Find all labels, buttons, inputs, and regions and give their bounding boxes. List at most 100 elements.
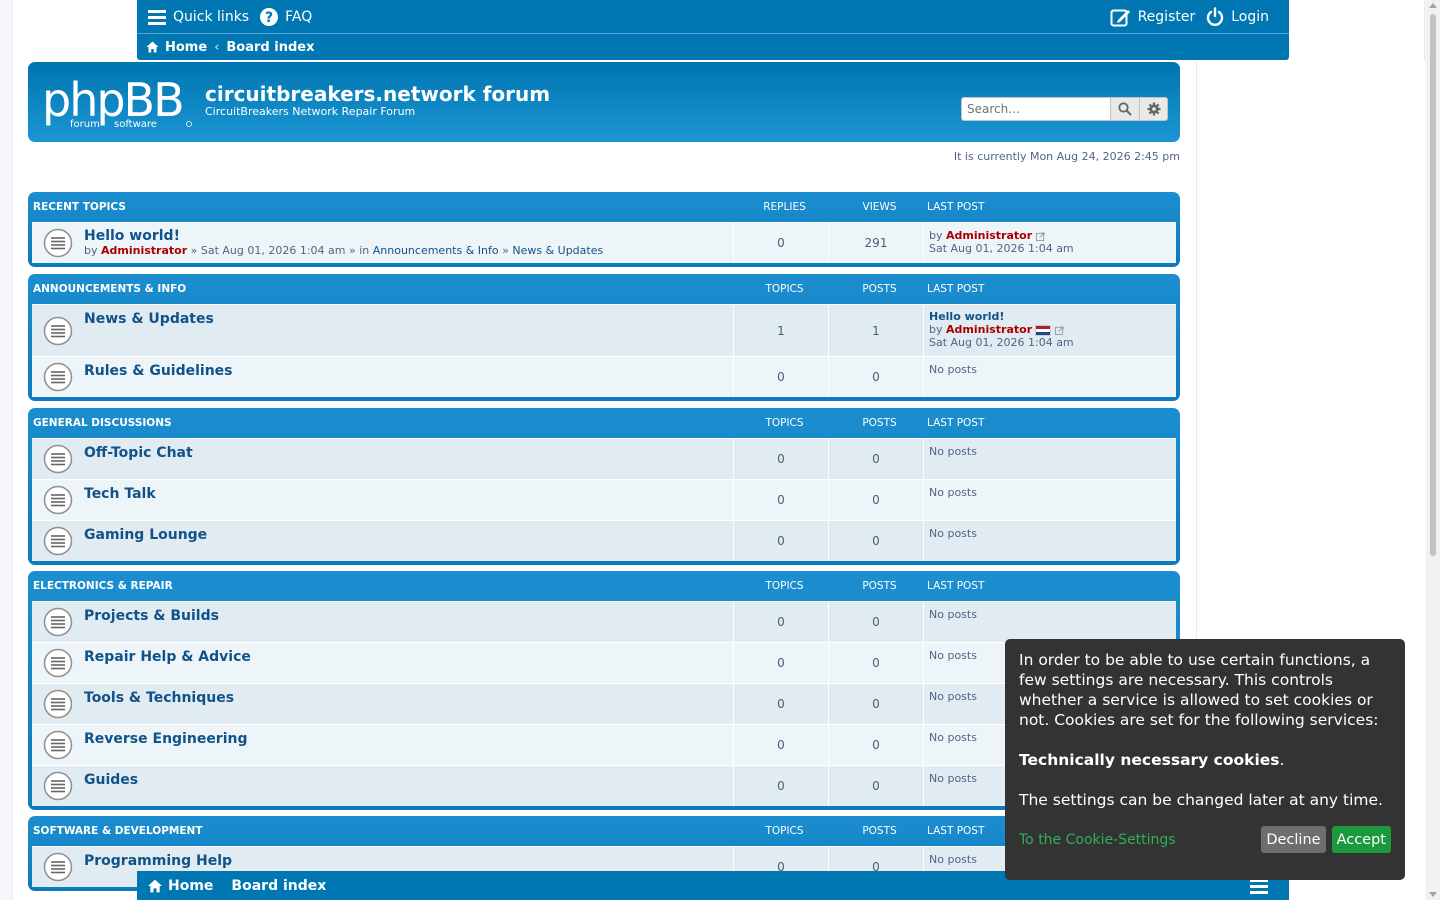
category-title[interactable]: ANNOUNCEMENTS & INFO: [32, 283, 737, 295]
topics-count: 0: [734, 602, 829, 642]
recent-topics-header: RECENT TOPICS REPLIES VIEWS LAST POST: [32, 192, 1176, 222]
col-lastpost-header: LAST POST: [927, 417, 985, 429]
forum-title[interactable]: Off-Topic Chat: [84, 445, 733, 461]
forum-row: Gaming Lounge 0 0 No posts: [32, 520, 1176, 561]
bottom-home-link[interactable]: Home: [147, 878, 213, 894]
forum-title-cell: Repair Help & Advice: [32, 643, 734, 683]
scrollbar-thumb[interactable]: [1430, 14, 1436, 556]
topics-count: 0: [734, 521, 829, 561]
views-count: 291: [829, 223, 924, 263]
forum-title[interactable]: Rules & Guidelines: [84, 363, 733, 379]
topic-title[interactable]: Hello world!: [84, 228, 733, 244]
category-title[interactable]: ELECTRONICS & REPAIR: [32, 580, 737, 592]
home-icon: [146, 41, 159, 53]
forum-link-announcements[interactable]: Announcements & Info: [373, 244, 499, 257]
forum-title[interactable]: Guides: [84, 772, 733, 788]
last-post-author[interactable]: Administrator: [946, 229, 1032, 242]
by-label: by: [84, 244, 98, 257]
forum-title[interactable]: Programming Help: [84, 853, 733, 869]
category-title[interactable]: GENERAL DISCUSSIONS: [32, 417, 737, 429]
breadcrumb-separator: ‹: [214, 39, 220, 55]
breadcrumb-home[interactable]: Home: [146, 40, 207, 55]
last-post-title[interactable]: Hello world!: [929, 310, 1171, 323]
forum-read-icon: [43, 648, 73, 678]
category-announcements: ANNOUNCEMENTS & INFO TOPICS POSTS LAST P…: [28, 274, 1180, 401]
faq-link[interactable]: ? FAQ: [259, 7, 312, 27]
search-button[interactable]: [1111, 97, 1140, 121]
svg-text:software: software: [114, 119, 157, 130]
view-latest-post-icon[interactable]: [1036, 231, 1045, 241]
register-link[interactable]: Register: [1110, 7, 1196, 27]
forum-read-icon: [43, 526, 73, 556]
site-title[interactable]: circuitbreakers.network forum: [205, 82, 550, 106]
topics-count: 0: [734, 357, 829, 397]
forum-read-icon: [43, 444, 73, 474]
topics-count: 0: [734, 643, 829, 683]
forum-title[interactable]: Projects & Builds: [84, 608, 733, 624]
forum-title[interactable]: Tech Talk: [84, 486, 733, 502]
cookie-settings-link[interactable]: To the Cookie-Settings: [1019, 830, 1255, 850]
page-scrollbar[interactable]: [1426, 0, 1440, 900]
last-post-cell: No posts: [929, 486, 977, 499]
phpbb-logo[interactable]: phpBB forum software: [42, 76, 194, 130]
recent-topics-block: RECENT TOPICS REPLIES VIEWS LAST POST He…: [28, 192, 1180, 267]
author-link[interactable]: Administrator: [101, 244, 187, 257]
posts-count: 0: [829, 602, 924, 642]
col-lastpost-header: LAST POST: [927, 825, 985, 837]
last-post-date: Sat Aug 01, 2026 1:04 am: [929, 242, 1074, 255]
forum-title[interactable]: Tools & Techniques: [84, 690, 733, 706]
cookie-decline-button[interactable]: Decline: [1261, 826, 1326, 853]
topics-count: 1: [734, 305, 829, 356]
forum-title-cell: News & Updates: [32, 305, 734, 356]
search-icon: [1118, 102, 1132, 116]
current-time: It is currently Mon Aug 24, 2026 2:45 pm: [953, 150, 1180, 163]
forum-read-icon: [43, 607, 73, 637]
search-input[interactable]: [961, 97, 1111, 121]
last-post-author[interactable]: Administrator: [946, 323, 1032, 336]
cookie-accept-button[interactable]: Accept: [1331, 826, 1391, 853]
forum-link-news[interactable]: News & Updates: [512, 244, 603, 257]
scroll-down-arrow[interactable]: [1429, 892, 1437, 897]
view-latest-post-icon[interactable]: [1055, 325, 1064, 335]
cookie-services: Technically necessary cookies.: [1019, 750, 1391, 770]
question-circle-icon: ?: [260, 7, 279, 26]
forum-read-icon: [43, 316, 73, 345]
topic-title-cell: Hello world! by Administrator » Sat Aug …: [32, 223, 734, 263]
power-icon: [1207, 6, 1224, 26]
by-label: by: [929, 229, 943, 242]
posts-count: 0: [829, 684, 924, 724]
advanced-search-button[interactable]: [1140, 97, 1168, 121]
scroll-up-arrow[interactable]: [1429, 3, 1437, 8]
category-title[interactable]: SOFTWARE & DEVELOPMENT: [32, 825, 737, 837]
quick-links-menu[interactable]: Quick links: [147, 8, 249, 26]
forum-title[interactable]: Gaming Lounge: [84, 527, 733, 543]
forum-read-icon: [43, 771, 73, 801]
by-label: by: [929, 323, 943, 336]
forum-title-cell: Tech Talk: [32, 480, 734, 520]
bottom-board-index-link[interactable]: Board index: [231, 878, 326, 894]
col-posts-header: POSTS: [862, 417, 897, 429]
posts-count: 0: [829, 725, 924, 765]
forum-row: Tech Talk 0 0 No posts: [32, 479, 1176, 520]
forum-title[interactable]: News & Updates: [84, 311, 733, 327]
topics-count: 0: [734, 725, 829, 765]
posts-count: 0: [829, 766, 924, 806]
category-header: ANNOUNCEMENTS & INFO TOPICS POSTS LAST P…: [32, 274, 1176, 304]
col-views-header: VIEWS: [862, 201, 897, 213]
last-post-cell: No posts: [929, 527, 977, 540]
site-description: CircuitBreakers Network Repair Forum: [205, 105, 416, 118]
forum-title[interactable]: Reverse Engineering: [84, 731, 733, 747]
category-title: RECENT TOPICS: [33, 201, 126, 213]
col-topics-header: TOPICS: [765, 580, 804, 592]
login-link[interactable]: Login: [1205, 6, 1269, 27]
breadcrumb-board-index[interactable]: Board index: [226, 40, 314, 55]
topic-date: » Sat Aug 01, 2026 1:04 am » in: [190, 244, 370, 257]
last-post-cell: No posts: [929, 445, 977, 458]
bottom-home-label: Home: [168, 877, 214, 894]
cookie-service-name: Technically necessary cookies: [1019, 751, 1280, 769]
register-label: Register: [1137, 8, 1196, 25]
topics-count: 0: [734, 439, 829, 479]
topics-count: 0: [734, 480, 829, 520]
col-lastpost-header: LAST POST: [927, 283, 985, 295]
forum-title[interactable]: Repair Help & Advice: [84, 649, 733, 665]
